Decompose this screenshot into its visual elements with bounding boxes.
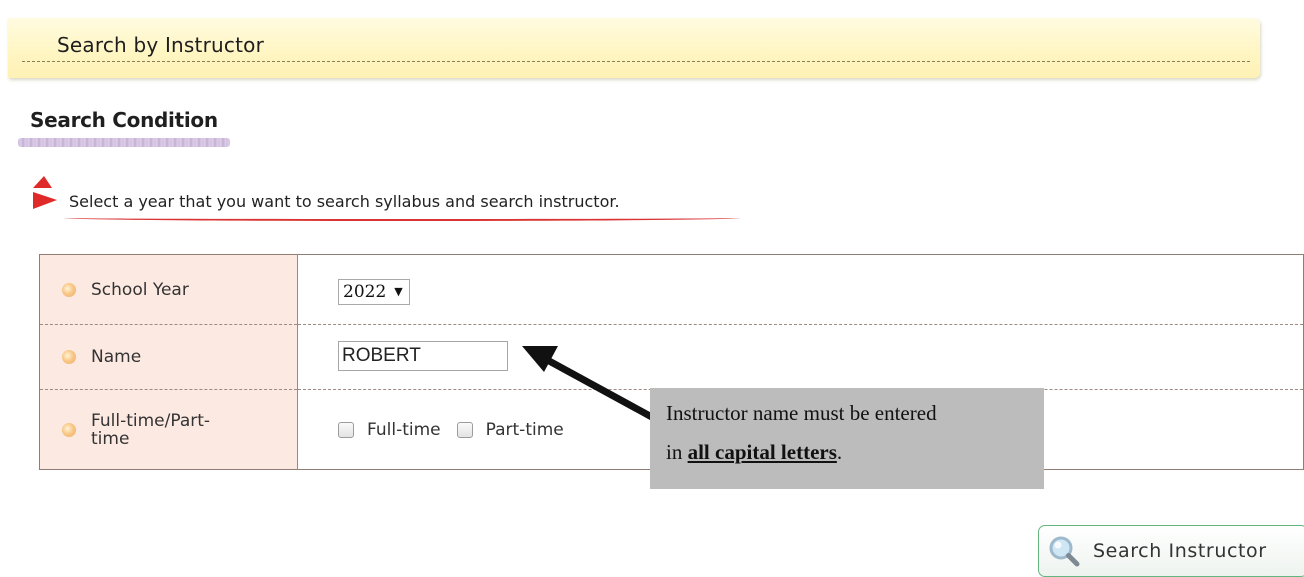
part-time-checkbox[interactable]: [456, 421, 473, 438]
name-row: Name: [39, 324, 1304, 390]
school-year-select[interactable]: 2022 ▼: [338, 278, 410, 305]
callout-line-2: in all capital letters.: [666, 440, 842, 465]
employment-label-cell: Full-time/Part-time: [39, 389, 298, 470]
page-header-banner: Search by Instructor: [8, 18, 1260, 78]
callout-line-1: Instructor name must be entered: [666, 401, 937, 425]
bullet-dot-icon: [62, 282, 76, 297]
bullet-dot-icon: [62, 350, 76, 364]
alert-triangle-icon: [33, 176, 57, 209]
search-instructor-label: Search Instructor: [1093, 540, 1267, 562]
callout-emphasis: all capital letters: [687, 440, 837, 464]
instruction-text: Select a year that you want to search sy…: [69, 192, 620, 211]
employment-label: Full-time/Part-time: [91, 410, 211, 449]
school-year-label-cell: School Year: [39, 254, 298, 325]
name-value-cell: [297, 324, 1304, 390]
full-time-checkbox[interactable]: [338, 421, 354, 438]
name-label-cell: Name: [39, 324, 298, 390]
callout-prefix: in: [666, 440, 683, 464]
school-year-value-cell: 2022 ▼: [297, 254, 1304, 325]
school-year-row: School Year 2022 ▼: [39, 254, 1304, 325]
dropdown-arrow-icon: ▼: [394, 285, 403, 298]
instruction-underline: [64, 215, 740, 221]
section-underline: [18, 138, 230, 147]
school-year-selected-value: 2022: [343, 281, 387, 302]
page-title: Search by Instructor: [57, 33, 264, 57]
full-time-label: Full-time: [367, 419, 441, 440]
name-input[interactable]: [338, 341, 508, 371]
annotation-callout: Instructor name must be entered in all c…: [650, 388, 1044, 489]
callout-suffix: .: [836, 440, 843, 464]
search-instructor-button[interactable]: Search Instructor: [1038, 525, 1304, 577]
bullet-dot-icon: [62, 422, 76, 437]
section-title: Search Condition: [30, 108, 218, 132]
school-year-label: School Year: [91, 279, 189, 300]
magnifier-icon: [1049, 536, 1080, 567]
annotation-arrow-icon: [522, 346, 655, 421]
name-label: Name: [91, 347, 142, 367]
